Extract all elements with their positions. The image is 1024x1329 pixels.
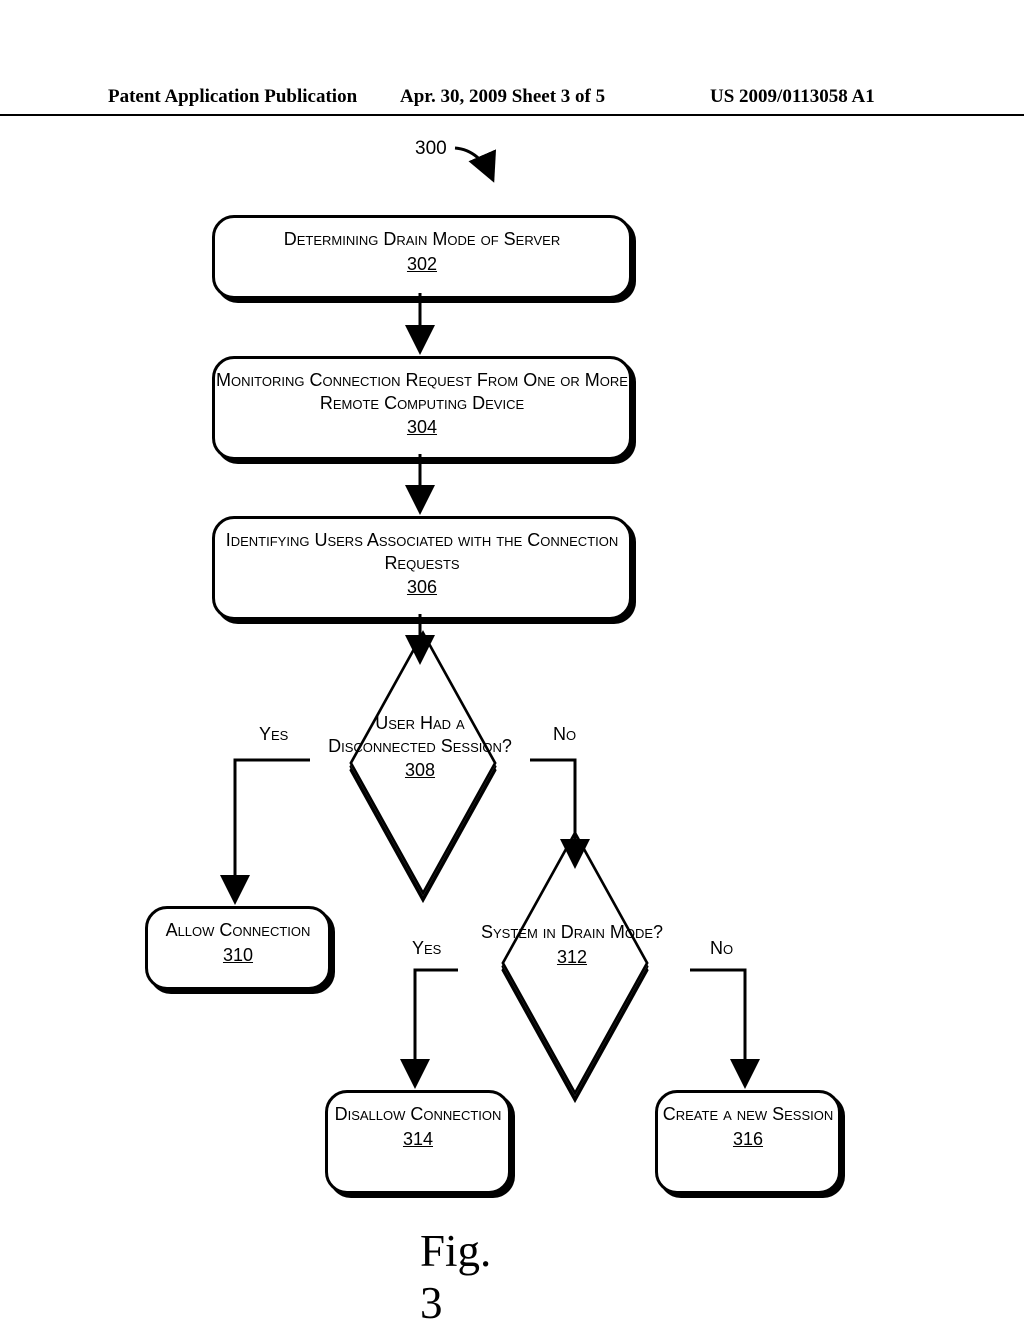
label-no-1: No: [553, 724, 576, 745]
decision-308-text: User Had a Disconnected Session?: [328, 713, 512, 756]
process-box-310-ref: 310: [223, 944, 253, 967]
label-yes-1: Yes: [259, 724, 288, 745]
decision-308: User Had a Disconnected Session? 308: [320, 660, 520, 860]
header-left: Patent Application Publication: [108, 86, 357, 108]
process-box-304-ref: 304: [407, 416, 437, 439]
figure-caption: Fig. 3: [420, 1225, 491, 1329]
process-box-302-text: Determining Drain Mode of Server: [284, 229, 560, 249]
header-center: Apr. 30, 2009 Sheet 3 of 5: [400, 86, 605, 108]
process-box-314: Disallow Connection 314: [325, 1090, 511, 1194]
decision-312: System in Drain Mode? 312: [460, 870, 685, 1070]
process-box-310: Allow Connection 310: [145, 906, 331, 990]
process-box-302-ref: 302: [407, 253, 437, 276]
header-right: US 2009/0113058 A1: [710, 86, 875, 108]
process-box-306: Identifying Users Associated with the Co…: [212, 516, 632, 620]
process-box-314-text: Disallow Connection: [335, 1104, 502, 1124]
process-box-316-ref: 316: [733, 1128, 763, 1151]
process-box-302: Determining Drain Mode of Server 302: [212, 215, 632, 299]
process-box-304-text: Monitoring Connection Request From One o…: [216, 370, 628, 413]
process-box-310-text: Allow Connection: [166, 920, 311, 940]
process-box-316: Create a new Session 316: [655, 1090, 841, 1194]
process-box-306-ref: 306: [407, 576, 437, 599]
decision-312-text: System in Drain Mode?: [481, 922, 663, 942]
process-box-314-ref: 314: [403, 1128, 433, 1151]
decision-308-ref: 308: [405, 759, 435, 782]
decision-312-ref: 312: [557, 946, 587, 969]
label-yes-2: Yes: [412, 938, 441, 959]
process-box-306-text: Identifying Users Associated with the Co…: [226, 530, 619, 573]
process-box-316-text: Create a new Session: [663, 1104, 834, 1124]
page-header: Patent Application Publication Apr. 30, …: [0, 86, 1024, 116]
label-no-2: No: [710, 938, 733, 959]
diagram-ref-num: 300: [415, 138, 447, 160]
process-box-304: Monitoring Connection Request From One o…: [212, 356, 632, 460]
